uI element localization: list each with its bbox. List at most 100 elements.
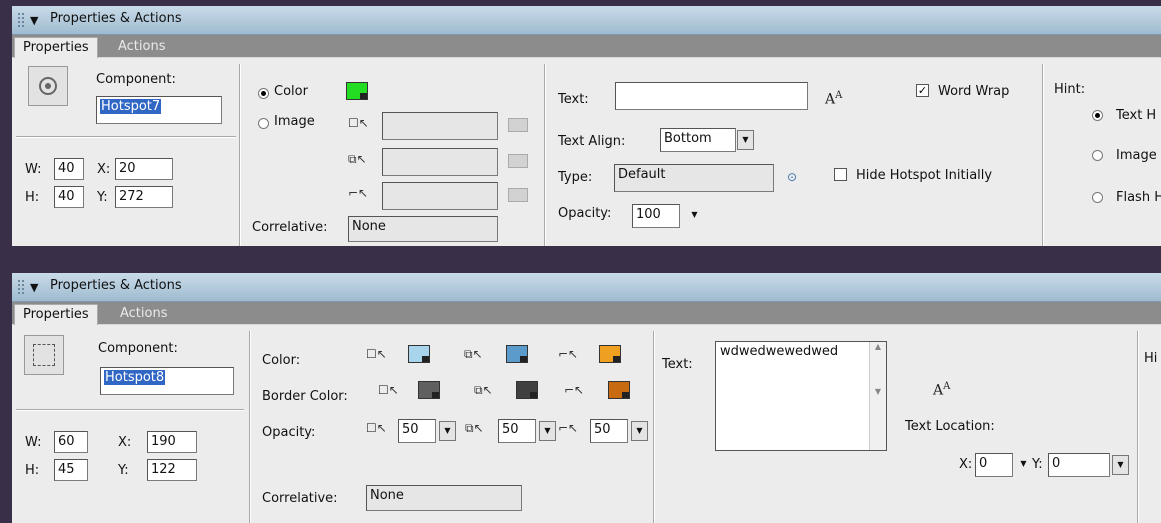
hover-state-icon: ⧉↖ xyxy=(465,421,484,435)
color-pressed-swatch[interactable] xyxy=(599,345,621,363)
color-normal-swatch[interactable] xyxy=(408,345,430,363)
height-label: H: xyxy=(25,190,40,205)
width-field[interactable]: 40 xyxy=(54,158,84,180)
tab-actions[interactable]: Actions xyxy=(110,37,174,57)
text-area[interactable]: wdwedwewedwed ▲ ▼ xyxy=(715,341,887,451)
image-radio[interactable] xyxy=(258,118,269,129)
hint-label: Hi xyxy=(1144,351,1158,366)
x-field[interactable]: 190 xyxy=(147,431,197,453)
font-settings-icon[interactable]: AA xyxy=(933,381,950,399)
target-icon xyxy=(39,77,57,95)
color-swatch[interactable] xyxy=(346,82,368,100)
grip-icon[interactable] xyxy=(18,280,24,294)
image-radio-label: Image xyxy=(274,114,315,129)
divider xyxy=(1042,64,1044,246)
divider xyxy=(16,409,244,411)
word-wrap-checkbox[interactable]: ✓ xyxy=(916,84,929,97)
hint-option-image: Image xyxy=(1116,148,1157,163)
image-normal-field[interactable] xyxy=(382,112,498,140)
properties-panel-hotspot7: ▼ Properties & Actions Properties Action… xyxy=(12,6,1161,246)
hide-hotspot-checkbox[interactable] xyxy=(834,168,847,181)
y-label: Y: xyxy=(118,463,129,478)
component-type-button[interactable] xyxy=(28,66,68,106)
correlative-field[interactable]: None xyxy=(366,485,522,511)
border-normal-swatch[interactable] xyxy=(418,381,440,399)
height-label: H: xyxy=(25,463,40,478)
panel-body: Component: Hotspot7 W: 40 X: 20 H: 40 Y:… xyxy=(12,58,1161,246)
collapse-arrow-icon[interactable]: ▼ xyxy=(30,14,38,27)
image-pressed-field[interactable] xyxy=(382,182,498,210)
border-pressed-swatch[interactable] xyxy=(608,381,630,399)
width-field[interactable]: 60 xyxy=(54,431,88,453)
divider xyxy=(249,331,251,523)
tab-properties[interactable]: Properties xyxy=(14,304,98,325)
chevron-down-icon[interactable]: ▼ xyxy=(631,421,648,441)
hint-flash-radio[interactable] xyxy=(1092,192,1103,203)
grip-icon[interactable] xyxy=(18,13,24,27)
folder-icon[interactable] xyxy=(508,188,528,202)
y-field[interactable]: 122 xyxy=(147,459,197,481)
chevron-down-icon[interactable]: ▼ xyxy=(737,130,754,150)
chevron-down-icon[interactable]: ▼ xyxy=(1015,455,1032,475)
opacity-field[interactable]: 100 xyxy=(632,204,680,228)
correlative-label: Correlative: xyxy=(262,491,338,506)
panel-body: Component: Hotspot8 W: 60 X: 190 H: 45 Y… xyxy=(12,325,1161,523)
color-radio[interactable] xyxy=(258,88,269,99)
color-hover-swatch[interactable] xyxy=(506,345,528,363)
type-picker-icon[interactable]: ⊙ xyxy=(787,170,797,184)
border-hover-swatch[interactable] xyxy=(516,381,538,399)
text-area-scrollbar[interactable]: ▲ ▼ xyxy=(869,342,886,450)
panel-title: Properties & Actions xyxy=(50,278,182,293)
y-field[interactable]: 272 xyxy=(115,186,173,208)
font-settings-icon[interactable]: AA xyxy=(825,90,842,108)
text-field[interactable] xyxy=(615,82,808,110)
divider xyxy=(653,331,655,523)
opacity-hover-field[interactable]: 50 xyxy=(498,419,536,443)
opacity-label: Opacity: xyxy=(558,206,612,221)
component-type-button[interactable] xyxy=(24,335,64,375)
x-field[interactable]: 20 xyxy=(115,158,173,180)
type-field[interactable]: Default xyxy=(614,164,774,192)
rectangle-hotspot-icon xyxy=(33,344,55,366)
panel-titlebar[interactable]: ▼ Properties & Actions xyxy=(12,6,1161,35)
divider xyxy=(16,136,236,138)
text-loc-x-field[interactable]: 0 xyxy=(975,453,1013,477)
chevron-down-icon[interactable]: ▼ xyxy=(439,421,456,441)
pressed-state-icon: ⌐↖ xyxy=(564,383,585,397)
y-label: Y: xyxy=(97,190,108,205)
normal-state-icon: ☐↖ xyxy=(366,421,387,435)
component-label: Component: xyxy=(98,341,178,356)
text-loc-y-field[interactable]: 0 xyxy=(1048,453,1110,477)
hint-option-text: Text H xyxy=(1116,108,1157,123)
panel-titlebar[interactable]: ▼ Properties & Actions xyxy=(12,273,1161,302)
correlative-label: Correlative: xyxy=(252,220,328,235)
hover-state-icon: ⧉↖ xyxy=(464,347,483,361)
component-name-field[interactable]: Hotspot8 xyxy=(100,367,234,395)
folder-icon[interactable] xyxy=(508,154,528,168)
collapse-arrow-icon[interactable]: ▼ xyxy=(30,281,38,294)
height-field[interactable]: 40 xyxy=(54,186,84,208)
hover-state-icon: ⧉↖ xyxy=(474,383,493,397)
text-area-content: wdwedwewedwed xyxy=(720,344,839,359)
opacity-normal-field[interactable]: 50 xyxy=(398,419,436,443)
tab-actions[interactable]: Actions xyxy=(112,304,176,324)
hint-image-radio[interactable] xyxy=(1092,150,1103,161)
hover-state-icon: ⧉↖ xyxy=(348,152,367,166)
chevron-down-icon[interactable]: ▼ xyxy=(1112,455,1129,475)
text-align-select[interactable]: Bottom xyxy=(660,128,736,152)
text-loc-y-label: Y: xyxy=(1032,457,1043,472)
tab-properties[interactable]: Properties xyxy=(14,37,98,58)
type-label: Type: xyxy=(558,170,593,185)
chevron-down-icon[interactable]: ▼ xyxy=(686,206,703,226)
width-label: W: xyxy=(25,162,42,177)
height-field[interactable]: 45 xyxy=(54,459,88,481)
divider xyxy=(239,64,241,246)
image-hover-field[interactable] xyxy=(382,148,498,176)
opacity-pressed-field[interactable]: 50 xyxy=(590,419,628,443)
folder-icon[interactable] xyxy=(508,118,528,132)
hint-text-radio[interactable] xyxy=(1092,110,1103,121)
chevron-down-icon[interactable]: ▼ xyxy=(539,421,556,441)
correlative-field[interactable]: None xyxy=(348,216,498,242)
component-name-field[interactable]: Hotspot7 xyxy=(96,96,222,124)
normal-state-icon: ☐↖ xyxy=(366,347,387,361)
